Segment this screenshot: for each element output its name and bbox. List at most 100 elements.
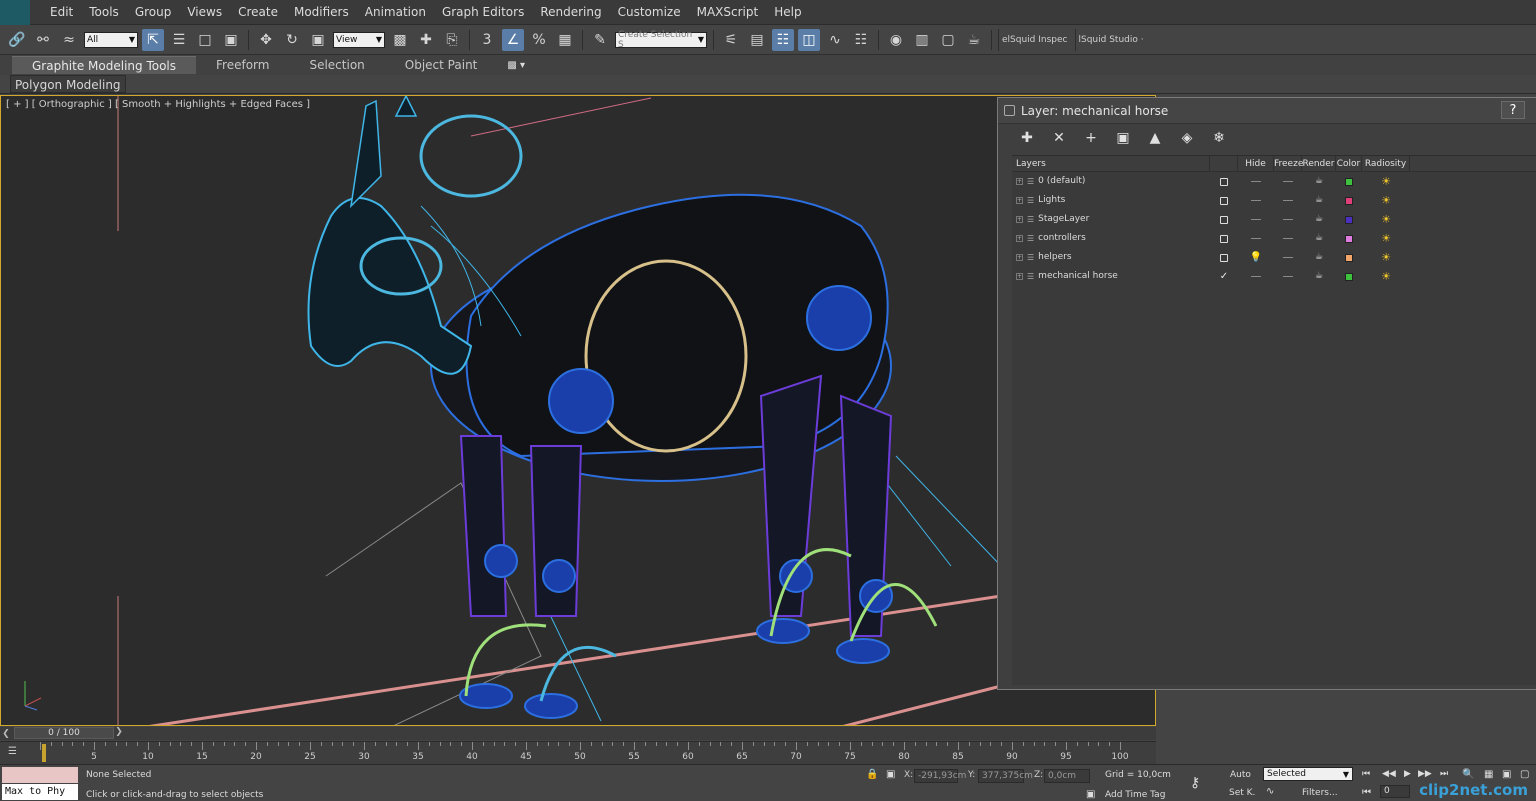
time-slider[interactable]: ❮ 0 / 100 ❯ [0,727,1156,740]
spinner-snap-icon[interactable]: ▦ [554,29,576,51]
expand-icon[interactable]: + [1016,178,1023,185]
color-swatch-cell[interactable] [1336,210,1362,229]
reference-coordinate-dropdown[interactable]: View ▼ [333,31,385,48]
unlink-icon[interactable]: ⚯ [32,29,54,51]
go-to-start-icon[interactable]: ⏮ [1362,769,1370,779]
align-icon[interactable]: ▤ [746,29,768,51]
hide-toggle[interactable] [1238,191,1274,210]
menu-group[interactable]: Group [127,0,180,25]
select-and-rotate-icon[interactable]: ↻ [281,29,303,51]
current-layer-checkbox[interactable] [1220,177,1228,186]
layer-name-cell[interactable]: + ☰ mechanical horse [1012,267,1210,286]
render-toggle[interactable]: ☕ [1302,191,1336,210]
go-to-end-icon[interactable]: ⏭ [1440,769,1448,779]
zoom-all-icon[interactable]: ▦ [1484,769,1493,780]
render-production-icon[interactable]: ☕ [963,29,985,51]
render-setup-icon[interactable]: ▥ [911,29,933,51]
column-hide[interactable]: Hide [1238,156,1274,171]
layer-row[interactable]: + ☰ mechanical horse ✓ ☕ ☀ [1012,267,1536,286]
schematic-view-icon[interactable]: ☷ [850,29,872,51]
keyboard-shortcut-override-icon[interactable]: ⎘ [441,29,463,51]
layer-row[interactable]: + ☰ controllers ☕ ☀ [1012,229,1536,248]
menu-animation[interactable]: Animation [357,0,434,25]
default-in-out-tangent-icon[interactable]: ∿ [1266,786,1274,797]
tab-selection[interactable]: Selection [289,56,384,74]
menu-graph-editors[interactable]: Graph Editors [434,0,532,25]
expand-icon[interactable]: + [1016,254,1023,261]
menu-tools[interactable]: Tools [81,0,127,25]
tab-graphite-modeling-tools[interactable]: Graphite Modeling Tools [12,56,197,74]
polygon-modeling-panel[interactable]: Polygon Modeling [10,75,126,93]
key-filter-dropdown[interactable]: Selected ▼ [1263,767,1353,781]
current-layer-cell[interactable] [1210,248,1238,267]
current-layer-checkbox[interactable] [1220,253,1228,262]
color-swatch-cell[interactable] [1336,267,1362,286]
absolute-mode-icon[interactable]: ▣ [886,769,895,780]
current-time-marker[interactable] [42,744,46,762]
current-layer-cell[interactable] [1210,229,1238,248]
freeze-all-layers-icon[interactable]: ❄ [1210,129,1228,147]
next-frame-button-icon[interactable]: ▶▶ [1418,769,1432,779]
hide-toggle[interactable] [1238,172,1274,191]
freeze-toggle[interactable] [1274,191,1302,210]
render-toggle[interactable]: ☕ [1302,267,1336,286]
layer-name-cell[interactable]: + ☰ 0 (default) [1012,172,1210,191]
select-objects-in-layer-icon[interactable]: ▣ [1114,129,1132,147]
render-toggle[interactable]: ☕ [1302,172,1336,191]
current-layer-cell[interactable]: ✓ [1210,267,1238,286]
expand-icon[interactable]: + [1016,235,1023,242]
plugin-squid-studio-button[interactable]: lSquid Studio · [1074,28,1147,51]
zoom-icon[interactable]: 🔍 [1462,769,1474,780]
rectangular-selection-icon[interactable]: □ [194,29,216,51]
add-to-layer-icon[interactable]: + [1082,129,1100,147]
highlight-layer-icon[interactable]: ▲ [1146,129,1164,147]
app-logo-icon[interactable] [0,0,30,25]
select-and-scale-icon[interactable]: ▣ [307,29,329,51]
hide-toggle[interactable] [1238,229,1274,248]
color-swatch-cell[interactable] [1336,248,1362,267]
color-swatch-cell[interactable] [1336,229,1362,248]
layer-row[interactable]: + ☰ 0 (default) ☕ ☀ [1012,172,1536,191]
current-layer-cell[interactable] [1210,191,1238,210]
key-filters-button[interactable]: Filters... [1302,788,1338,798]
radiosity-toggle[interactable]: ☀ [1362,229,1410,248]
radiosity-toggle[interactable]: ☀ [1362,267,1410,286]
edit-named-selection-icon[interactable]: ✎ [589,29,611,51]
help-button[interactable]: ? [1501,101,1525,119]
y-coordinate-field[interactable]: 377,375cm [978,769,1033,783]
mirror-icon[interactable]: ⚟ [720,29,742,51]
angle-snap-icon[interactable]: ∠ [502,28,524,51]
expand-icon[interactable]: + [1016,197,1023,204]
current-frame-field[interactable]: 0 [1380,785,1410,798]
plugin-elsquid-inspector-button[interactable]: elSquid Inspec [998,28,1071,51]
menu-customize[interactable]: Customize [610,0,689,25]
column-color[interactable]: Color [1336,156,1362,171]
freeze-toggle[interactable] [1274,267,1302,286]
set-key-button[interactable]: Set K. [1229,788,1255,798]
track-bar[interactable]: ☰ 5 10 15 20 25 30 35 40 45 50 55 60 65 70 75 80 85 90 95 1… [0,741,1156,764]
mini-curve-editor-icon[interactable]: ☰ [8,746,24,758]
current-layer-checkbox[interactable] [1220,215,1228,224]
selection-lock-icon[interactable]: 🔒 [866,769,878,780]
rendered-frame-window-icon[interactable]: ▢ [937,29,959,51]
radiosity-toggle[interactable]: ☀ [1362,191,1410,210]
column-freeze[interactable]: Freeze [1274,156,1303,171]
maximize-viewport-icon[interactable]: ▢ [1520,769,1529,780]
select-and-link-icon[interactable]: 🔗 [6,29,28,51]
select-and-move-icon[interactable]: ✥ [255,29,277,51]
hide-toggle[interactable] [1238,267,1274,286]
pivot-point-icon[interactable]: ▩ [389,29,411,51]
column-layers[interactable]: Layers [1012,156,1210,171]
menu-maxscript[interactable]: MAXScript [689,0,767,25]
layer-name-cell[interactable]: + ☰ controllers [1012,229,1210,248]
hide-toggle[interactable] [1238,210,1274,229]
auto-key-button[interactable]: Auto [1230,770,1251,780]
bind-space-warp-icon[interactable]: ≈ [58,29,80,51]
ribbon-options-icon[interactable]: ▩ ▾ [507,60,525,71]
freeze-toggle[interactable] [1274,248,1302,267]
select-by-name-icon[interactable]: ☰ [168,29,190,51]
menu-rendering[interactable]: Rendering [532,0,609,25]
freeze-toggle[interactable] [1274,229,1302,248]
current-layer-checkbox[interactable] [1220,196,1228,205]
radiosity-toggle[interactable]: ☀ [1362,172,1410,191]
